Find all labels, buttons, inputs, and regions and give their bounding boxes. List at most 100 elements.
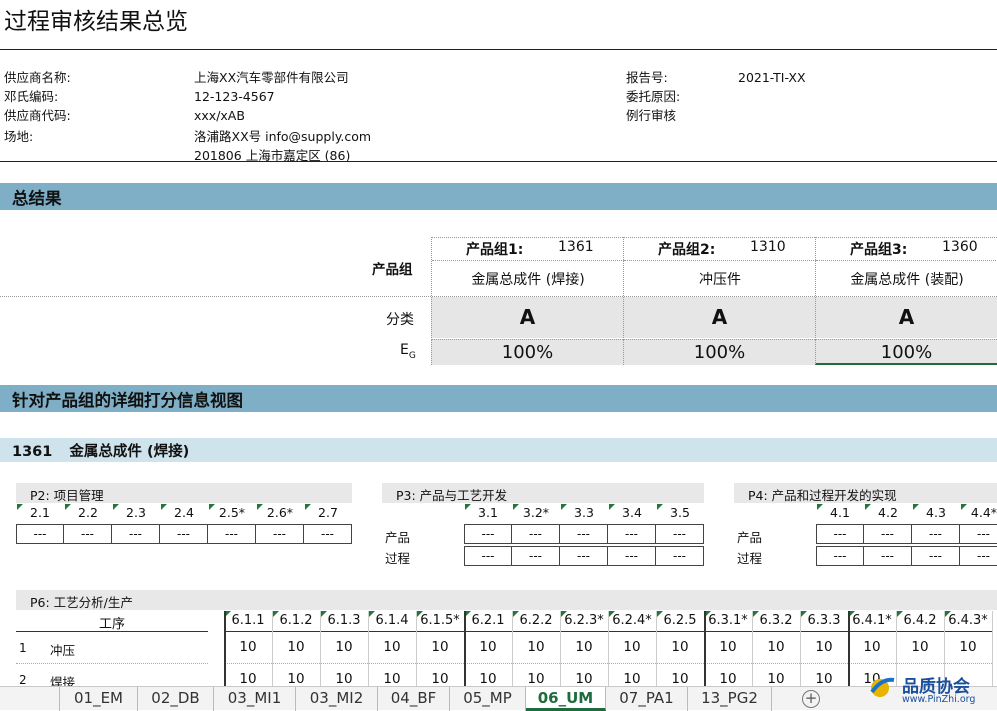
label-site: 场地: [4, 129, 34, 144]
p6-row1-value-10[interactable]: 10 [704, 639, 752, 655]
p3-comment-marker-icon [465, 504, 471, 510]
p3-question-3: 3.4 [622, 505, 642, 520]
p6-row1-value-6[interactable]: 10 [512, 639, 560, 655]
p6-comment-marker-icon [273, 611, 279, 617]
tab-06_um[interactable]: 06_UM [526, 687, 606, 711]
p6-row1-value-2[interactable]: 10 [320, 639, 368, 655]
p6-column-separator [560, 611, 561, 687]
tab-02_db[interactable]: 02_DB [138, 687, 214, 711]
p2-value-0[interactable]: --- [16, 524, 64, 544]
p2-value-5[interactable]: --- [256, 524, 304, 544]
p3-header: P3: 产品与工艺开发 [382, 483, 704, 503]
tab-03_mi2[interactable]: 03_MI2 [296, 687, 378, 711]
p4-product-value-1[interactable]: --- [864, 524, 912, 544]
p2-question-2: 2.3 [126, 505, 146, 520]
group2-eg: 100% [623, 339, 815, 365]
p4-process-value-3[interactable]: --- [960, 546, 997, 566]
p3-comment-marker-icon [657, 504, 663, 510]
p6-row1-value-0[interactable]: 10 [224, 639, 272, 655]
p3-product-value-2[interactable]: --- [560, 524, 608, 544]
header-divider-top [0, 49, 997, 50]
p6-row1-value-5[interactable]: 10 [464, 639, 512, 655]
p4-process-value-0[interactable]: --- [816, 546, 864, 566]
p6-question-14: 6.4.2 [903, 613, 937, 628]
p3-process-value-1[interactable]: --- [512, 546, 560, 566]
p6-comment-marker-icon [321, 611, 327, 617]
p3-product-value-0[interactable]: --- [464, 524, 512, 544]
group2-label: 产品组2: [658, 242, 716, 258]
tab-04_bf[interactable]: 04_BF [378, 687, 450, 711]
p6-row1-no: 1 [19, 641, 27, 655]
p6-column-separator [320, 611, 321, 687]
p6-column-separator [752, 611, 753, 687]
p3-process-value-4[interactable]: --- [656, 546, 704, 566]
p6-row2-value-3[interactable]: 10 [368, 671, 416, 687]
p6-row1-value-12[interactable]: 10 [800, 639, 848, 655]
p6-table: 工序 1 冲压 2 焊接 6.1.1 6.1.2 6.1.3 6.1.4 6.1.5* 6… [16, 611, 997, 690]
p2-value-3[interactable]: --- [160, 524, 208, 544]
p6-row2-value-11[interactable]: 10 [752, 671, 800, 687]
p4-row-label-process: 过程 [737, 551, 763, 566]
p6-row2-value-2[interactable]: 10 [320, 671, 368, 687]
p3-process-value-2[interactable]: --- [560, 546, 608, 566]
p6-row1-value-9[interactable]: 10 [656, 639, 704, 655]
tab-13_pg2[interactable]: 13_PG2 [688, 687, 772, 711]
p4-product-value-2[interactable]: --- [912, 524, 960, 544]
label-supplier-name: 供应商名称: [4, 70, 71, 85]
p6-row1-value-7[interactable]: 10 [560, 639, 608, 655]
p4-process-value-1[interactable]: --- [864, 546, 912, 566]
p3-process-value-3[interactable]: --- [608, 546, 656, 566]
tab-07_pa1[interactable]: 07_PA1 [606, 687, 688, 711]
p2-value-4[interactable]: --- [208, 524, 256, 544]
p4-question-0: 4.1 [830, 505, 850, 520]
p6-row1-value-1[interactable]: 10 [272, 639, 320, 655]
p6-row1-value-4[interactable]: 10 [416, 639, 464, 655]
p2-value-6[interactable]: --- [304, 524, 352, 544]
p6-row1-value-13[interactable]: 10 [848, 639, 896, 655]
p6-row2-value-9[interactable]: 10 [656, 671, 704, 687]
p6-row1-value-8[interactable]: 10 [608, 639, 656, 655]
p4-product-value-0[interactable]: --- [816, 524, 864, 544]
p6-row1-value-11[interactable]: 10 [752, 639, 800, 655]
tab-01_em[interactable]: 01_EM [60, 687, 138, 711]
p6-row1-value-14[interactable]: 10 [896, 639, 944, 655]
p6-comment-marker-icon [753, 611, 759, 617]
p6-row1-value-15[interactable]: 10 [944, 639, 992, 655]
p6-question-0: 6.1.1 [231, 613, 265, 628]
p2-question-4: 2.5* [218, 505, 246, 520]
p6-row2-value-1[interactable]: 10 [272, 671, 320, 687]
add-sheet-button[interactable]: + [802, 690, 820, 708]
p6-row2-value-0[interactable]: 10 [224, 671, 272, 687]
watermark: 品质协会 www.PinZhi.org [868, 668, 994, 708]
p6-row2-no: 2 [19, 673, 27, 687]
p6-row1-value-3[interactable]: 10 [368, 639, 416, 655]
p6-row2-value-10[interactable]: 10 [704, 671, 752, 687]
p6-comment-marker-icon [561, 611, 567, 617]
supplier-code: xxx/xAB [194, 108, 245, 123]
group-cell-1: 产品组1: 1361 金属总成件 (焊接) [431, 237, 624, 296]
p6-row2-value-6[interactable]: 10 [512, 671, 560, 687]
p6-question-13: 6.4.1* [852, 613, 892, 628]
p2-value-1[interactable]: --- [64, 524, 112, 544]
p3-process-value-0[interactable]: --- [464, 546, 512, 566]
p6-row2-value-5[interactable]: 10 [464, 671, 512, 687]
p6-row2-value-8[interactable]: 10 [608, 671, 656, 687]
p6-column-separator [848, 611, 850, 687]
group3-label: 产品组3: [850, 242, 908, 258]
tab-03_mi1[interactable]: 03_MI1 [214, 687, 296, 711]
group3-eg[interactable]: 100% [815, 339, 997, 365]
p4-product-value-3[interactable]: --- [960, 524, 997, 544]
p6-row2-value-7[interactable]: 10 [560, 671, 608, 687]
p6-row2-value-4[interactable]: 10 [416, 671, 464, 687]
p2-value-2[interactable]: --- [112, 524, 160, 544]
p6-question-2: 6.1.3 [327, 613, 361, 628]
p2-comment-marker-icon [305, 504, 311, 510]
p4-process-value-2[interactable]: --- [912, 546, 960, 566]
tab-05_mp[interactable]: 05_MP [450, 687, 526, 711]
p3-product-value-3[interactable]: --- [608, 524, 656, 544]
p3-row-label-product: 产品 [385, 530, 411, 545]
p3-product-value-1[interactable]: --- [512, 524, 560, 544]
p6-row1-name: 冲压 [50, 643, 76, 658]
p6-row2-value-12[interactable]: 10 [800, 671, 848, 687]
p3-product-value-4[interactable]: --- [656, 524, 704, 544]
